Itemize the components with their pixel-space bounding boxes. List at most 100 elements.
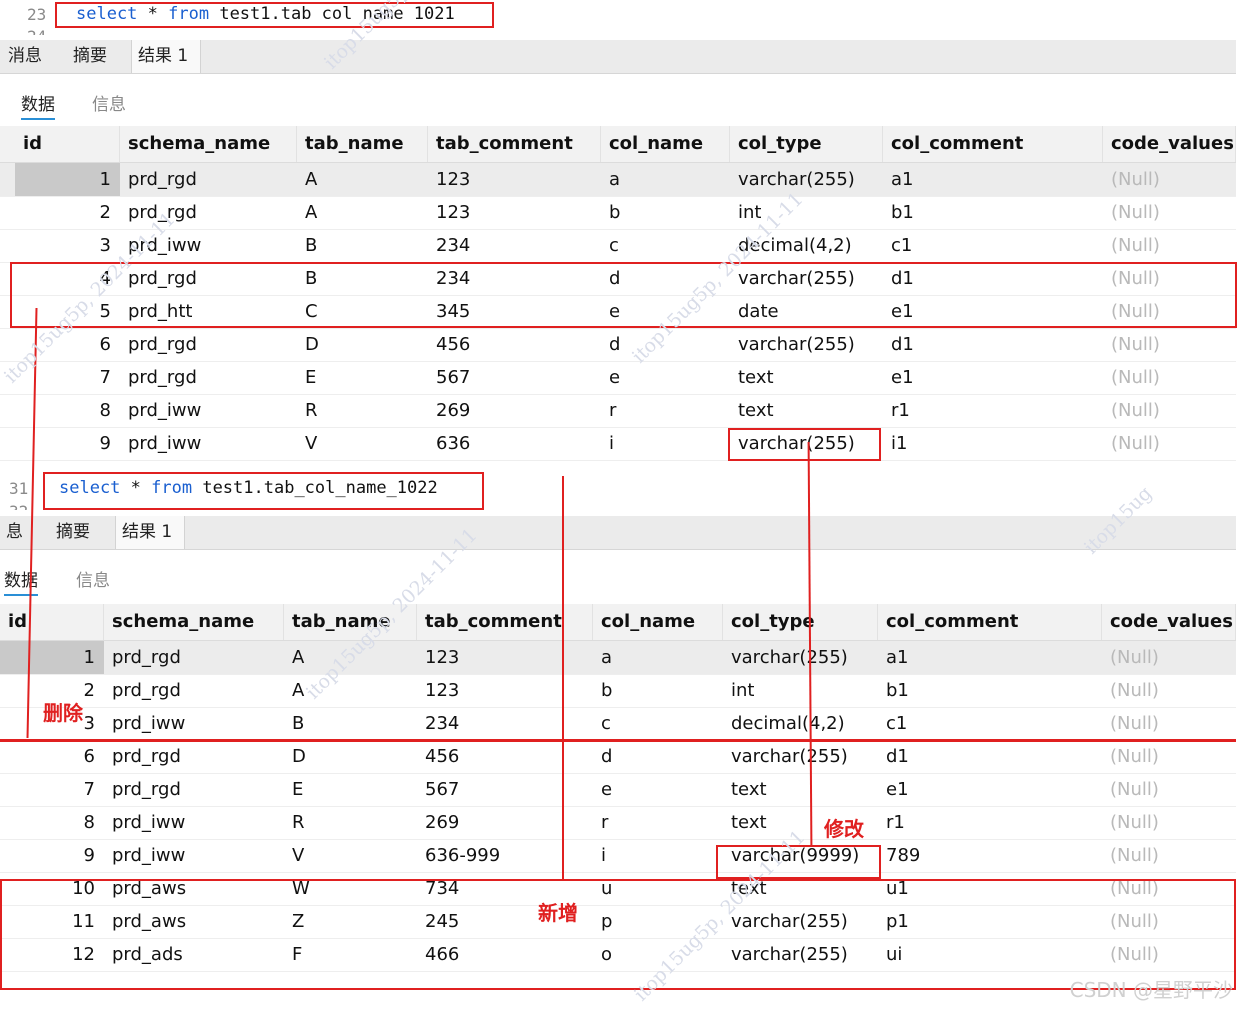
table-row[interactable]: 2 prd_rgd A 123 b int b1 (Null)	[0, 674, 1236, 708]
column-header-col-type[interactable]: col_type	[730, 126, 883, 162]
cell-col-name[interactable]: b	[601, 196, 730, 229]
subtab-data[interactable]: 数据	[21, 90, 55, 120]
cell-col-comment[interactable]: e1	[878, 773, 1102, 806]
table-row[interactable]: 1 prd_rgd A 123 a varchar(255) a1 (Null)	[0, 641, 1236, 675]
cell-tab-comment[interactable]: 269	[428, 394, 601, 427]
cell-code-values[interactable]: (Null)	[1103, 394, 1236, 427]
cell-id[interactable]: 3	[15, 229, 120, 262]
column-header-col-name[interactable]: col_name	[601, 126, 730, 162]
cell-id[interactable]: 9	[15, 427, 120, 460]
cell-tab-comment[interactable]: 456	[428, 328, 601, 361]
table-row[interactable]: 8 prd_iww R 269 r text r1 (Null)	[0, 394, 1236, 428]
cell-code-values[interactable]: (Null)	[1102, 707, 1236, 740]
cell-tab-comment[interactable]: 567	[428, 361, 601, 394]
column-header-col-name[interactable]: col_name	[593, 604, 723, 640]
cell-col-type[interactable]: text	[723, 773, 878, 806]
cell-schema-name[interactable]: prd_rgd	[104, 773, 284, 806]
table-row[interactable]: 1 prd_rgd A 123 a varchar(255) a1 (Null)	[0, 163, 1236, 197]
cell-schema-name[interactable]: prd_iww	[120, 394, 297, 427]
column-header-tab-comment[interactable]: tab_comment	[417, 604, 593, 640]
cell-schema-name[interactable]: prd_iww	[104, 806, 284, 839]
cell-tab-comment[interactable]: 456	[417, 740, 593, 773]
table-row[interactable]: 7 prd_rgd E 567 e text e1 (Null)	[0, 773, 1236, 807]
cell-id[interactable]: 8	[0, 806, 104, 839]
tab-summary[interactable]: 摘要	[67, 40, 113, 73]
column-header-tab-name[interactable]: tab_name	[297, 126, 428, 162]
cell-id[interactable]: 9	[0, 839, 104, 872]
cell-code-values[interactable]: (Null)	[1102, 740, 1236, 773]
cell-tab-name[interactable]: A	[297, 196, 428, 229]
cell-col-name[interactable]: e	[601, 361, 730, 394]
cell-schema-name[interactable]: prd_iww	[120, 427, 297, 460]
table-row[interactable]: 3 prd_iww B 234 c decimal(4,2) c1 (Null)	[0, 229, 1236, 263]
tab-messages[interactable]: 息	[0, 516, 29, 549]
cell-tab-name[interactable]: V	[297, 427, 428, 460]
cell-tab-name[interactable]: A	[297, 163, 428, 196]
cell-col-comment[interactable]: i1	[883, 427, 1103, 460]
cell-col-type[interactable]: text	[730, 361, 883, 394]
cell-tab-name[interactable]: E	[297, 361, 428, 394]
cell-id[interactable]: 1	[15, 163, 120, 196]
cell-schema-name[interactable]: prd_iww	[104, 707, 284, 740]
cell-code-values[interactable]: (Null)	[1102, 839, 1236, 872]
cell-col-comment[interactable]: d1	[878, 740, 1102, 773]
cell-col-comment[interactable]: e1	[883, 361, 1103, 394]
cell-tab-comment[interactable]: 123	[417, 674, 593, 707]
cell-col-name[interactable]: c	[601, 229, 730, 262]
column-header-col-comment[interactable]: col_comment	[878, 604, 1102, 640]
cell-schema-name[interactable]: prd_rgd	[104, 674, 284, 707]
cell-id[interactable]: 8	[15, 394, 120, 427]
cell-id[interactable]: 2	[15, 196, 120, 229]
cell-tab-name[interactable]: D	[284, 740, 417, 773]
cell-col-type[interactable]: decimal(4,2)	[723, 707, 878, 740]
cell-col-comment[interactable]: a1	[883, 163, 1103, 196]
cell-col-type[interactable]: varchar(255)	[723, 740, 878, 773]
cell-col-type[interactable]: int	[730, 196, 883, 229]
column-header-id[interactable]: id	[15, 126, 120, 162]
table-row[interactable]: 7 prd_rgd E 567 e text e1 (Null)	[0, 361, 1236, 395]
cell-col-name[interactable]: a	[593, 641, 723, 674]
cell-tab-comment[interactable]: 123	[428, 163, 601, 196]
column-header-tab-comment[interactable]: tab_comment	[428, 126, 601, 162]
table-row[interactable]: 2 prd_rgd A 123 b int b1 (Null)	[0, 196, 1236, 230]
table-row[interactable]: 3 prd_iww B 234 c decimal(4,2) c1 (Null)	[0, 707, 1236, 741]
cell-schema-name[interactable]: prd_rgd	[104, 641, 284, 674]
cell-col-comment[interactable]: d1	[883, 328, 1103, 361]
cell-col-comment[interactable]: a1	[878, 641, 1102, 674]
cell-code-values[interactable]: (Null)	[1102, 674, 1236, 707]
column-header-code-values[interactable]: code_values	[1102, 604, 1236, 640]
cell-col-name[interactable]: e	[593, 773, 723, 806]
cell-code-values[interactable]: (Null)	[1103, 229, 1236, 262]
cell-schema-name[interactable]: prd_rgd	[104, 740, 284, 773]
cell-code-values[interactable]: (Null)	[1103, 328, 1236, 361]
cell-tab-comment[interactable]: 123	[417, 641, 593, 674]
cell-tab-name[interactable]: B	[297, 229, 428, 262]
cell-col-type[interactable]: varchar(255)	[723, 641, 878, 674]
table-row[interactable]: 9 prd_iww V 636 i varchar(255) i1 (Null)	[0, 427, 1236, 461]
cell-code-values[interactable]: (Null)	[1103, 163, 1236, 196]
cell-id[interactable]: 7	[0, 773, 104, 806]
cell-code-values[interactable]: (Null)	[1103, 196, 1236, 229]
cell-tab-comment[interactable]: 636-999	[417, 839, 593, 872]
cell-id[interactable]: 6	[0, 740, 104, 773]
cell-tab-comment[interactable]: 567	[417, 773, 593, 806]
cell-col-type[interactable]: varchar(255)	[730, 328, 883, 361]
table-row[interactable]: 6 prd_rgd D 456 d varchar(255) d1 (Null)	[0, 328, 1236, 362]
tab-result-1[interactable]: 结果 1	[131, 40, 201, 73]
column-header-schema-name[interactable]: schema_name	[120, 126, 297, 162]
cell-col-name[interactable]: r	[601, 394, 730, 427]
cell-code-values[interactable]: (Null)	[1102, 806, 1236, 839]
tab-result-1[interactable]: 结果 1	[115, 516, 185, 549]
cell-col-type[interactable]: varchar(255)	[730, 163, 883, 196]
column-header-id[interactable]: id	[0, 604, 104, 640]
table-row[interactable]: 8 prd_iww R 269 r text r1 (Null)	[0, 806, 1236, 840]
cell-col-name[interactable]: c	[593, 707, 723, 740]
table-row[interactable]: 6 prd_rgd D 456 d varchar(255) d1 (Null)	[0, 740, 1236, 774]
cell-code-values[interactable]: (Null)	[1102, 641, 1236, 674]
cell-tab-name[interactable]: R	[284, 806, 417, 839]
cell-col-comment[interactable]: b1	[883, 196, 1103, 229]
cell-tab-comment[interactable]: 636	[428, 427, 601, 460]
column-header-col-type[interactable]: col_type	[723, 604, 878, 640]
cell-col-comment[interactable]: 789	[878, 839, 1102, 872]
cell-col-comment[interactable]: c1	[883, 229, 1103, 262]
